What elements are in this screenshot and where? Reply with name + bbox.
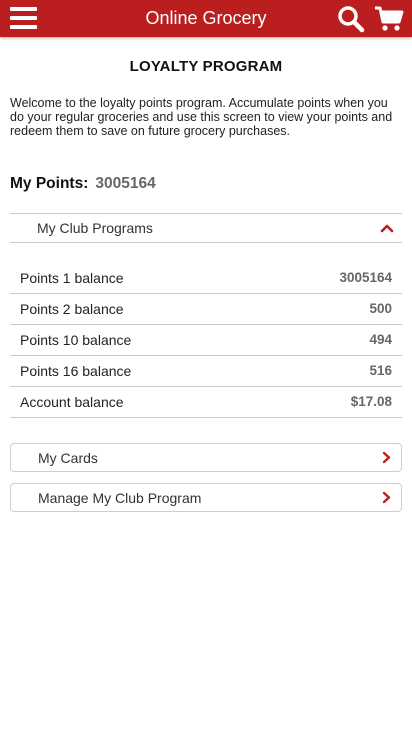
chevron-right-icon (382, 451, 391, 464)
balance-row: Account balance $17.08 (10, 387, 402, 418)
chevron-up-icon (380, 224, 394, 233)
balance-row: Points 1 balance 3005164 (10, 263, 402, 294)
balance-value: 494 (369, 332, 392, 347)
club-programs-label: My Club Programs (37, 220, 153, 236)
balance-row: Points 16 balance 516 (10, 356, 402, 387)
my-cards-label: My Cards (38, 450, 98, 466)
top-app-bar: Online Grocery (0, 0, 412, 37)
shopping-cart-icon[interactable] (374, 5, 404, 33)
balance-label: Points 16 balance (20, 363, 132, 379)
my-points-value: 3005164 (95, 175, 156, 192)
balance-label: Points 2 balance (20, 301, 124, 317)
manage-club-program-link[interactable]: Manage My Club Program (10, 483, 402, 512)
balance-label: Account balance (20, 394, 124, 410)
intro-text: Welcome to the loyalty points program. A… (10, 96, 393, 138)
club-programs-toggle[interactable]: My Club Programs (10, 213, 402, 243)
search-icon[interactable] (337, 5, 365, 33)
balance-label: Points 10 balance (20, 332, 132, 348)
balance-row: Points 10 balance 494 (10, 325, 402, 356)
balance-row: Points 2 balance 500 (10, 294, 402, 325)
balance-value: $17.08 (350, 394, 392, 409)
my-points-label: My Points: (10, 175, 89, 192)
manage-club-program-label: Manage My Club Program (38, 490, 202, 506)
balance-value: 516 (369, 363, 392, 378)
chevron-right-icon (382, 491, 391, 504)
balance-value: 500 (369, 301, 392, 316)
balance-label: Points 1 balance (20, 270, 124, 286)
page-title: LOYALTY PROGRAM (129, 58, 283, 75)
my-cards-link[interactable]: My Cards (10, 443, 402, 472)
my-points: My Points: 3005164 (10, 175, 156, 193)
balance-value: 3005164 (339, 270, 392, 285)
